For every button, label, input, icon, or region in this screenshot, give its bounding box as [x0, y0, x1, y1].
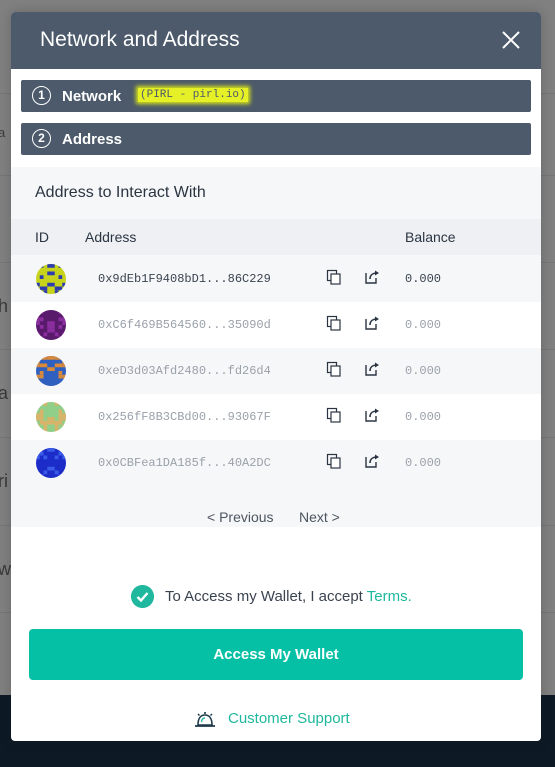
address-value: 0xeD3d03Afd2480...fd26d4	[98, 364, 271, 378]
external-link-icon[interactable]	[364, 315, 380, 331]
copy-icon[interactable]	[326, 269, 342, 285]
bell-icon	[195, 712, 215, 727]
column-header-id: ID	[35, 229, 49, 245]
copy-icon[interactable]	[326, 315, 342, 331]
terms-agreement: To Access my Wallet, I accept Terms.	[131, 585, 451, 609]
column-header-balance: Balance	[405, 229, 456, 245]
balance-value: 0.000	[405, 456, 442, 470]
copy-icon[interactable]	[326, 453, 342, 469]
checkbox-checked-icon[interactable]	[131, 585, 154, 608]
network-address-modal: Network and Address 1 Network (PIRL - pi…	[11, 12, 541, 741]
step-label: Address	[62, 131, 123, 148]
background-text: a	[0, 125, 6, 140]
next-page-button[interactable]: Next >	[299, 509, 340, 525]
copy-icon[interactable]	[326, 361, 342, 377]
background-text: a	[0, 383, 9, 403]
address-row[interactable]: 0x256fF8B3CBd00...93067F 0.000	[11, 394, 541, 440]
identicon-avatar	[36, 402, 66, 432]
terms-link[interactable]: Terms.	[367, 588, 412, 605]
step-number: 1	[32, 86, 51, 105]
identicon-avatar	[36, 356, 66, 386]
copy-icon[interactable]	[326, 407, 342, 423]
step-number: 2	[32, 129, 51, 148]
address-value: 0xC6f469B564560...35090d	[98, 318, 271, 332]
step-network[interactable]: 1 Network (PIRL - pirl.io)	[21, 80, 531, 112]
balance-value: 0.000	[405, 410, 442, 424]
previous-page-button[interactable]: < Previous	[207, 509, 274, 525]
address-value: 0x256fF8B3CBd00...93067F	[98, 410, 271, 424]
address-panel-title: Address to Interact With	[35, 184, 206, 201]
address-value: 0x0CBFea1DA185f...40A2DC	[98, 456, 271, 470]
external-link-icon[interactable]	[364, 453, 380, 469]
balance-value: 0.000	[405, 272, 442, 286]
customer-support-link[interactable]: Customer Support	[193, 707, 393, 731]
column-header-address: Address	[85, 229, 137, 245]
balance-value: 0.000	[405, 364, 442, 378]
step-label: Network	[62, 88, 122, 105]
terms-text: To Access my Wallet, I accept Terms.	[165, 588, 412, 605]
network-name-badge: (PIRL - pirl.io)	[138, 88, 248, 102]
table-header: ID Address Balance	[11, 219, 541, 255]
balance-value: 0.000	[405, 318, 442, 332]
step-address[interactable]: 2 Address	[21, 123, 531, 155]
address-row[interactable]: 0x9dEb1F9408bD1...86C229 0.000	[11, 256, 541, 302]
address-panel: Address to Interact With ID Address Bala…	[11, 167, 541, 527]
external-link-icon[interactable]	[364, 361, 380, 377]
access-wallet-button[interactable]: Access My Wallet	[29, 629, 523, 680]
background-text: ri	[0, 471, 8, 491]
terms-prefix: To Access my Wallet, I accept	[165, 588, 367, 605]
address-row[interactable]: 0xeD3d03Afd2480...fd26d4 0.000	[11, 348, 541, 394]
modal-title: Network and Address	[40, 28, 240, 51]
external-link-icon[interactable]	[364, 407, 380, 423]
background-text: w	[0, 559, 11, 579]
customer-support-label: Customer Support	[228, 710, 350, 727]
modal-header: Network and Address	[11, 12, 541, 69]
identicon-avatar	[36, 448, 66, 478]
close-icon[interactable]	[499, 28, 523, 52]
address-row[interactable]: 0xC6f469B564560...35090d 0.000	[11, 302, 541, 348]
address-row[interactable]: 0x0CBFea1DA185f...40A2DC 0.000	[11, 440, 541, 486]
identicon-avatar	[36, 264, 66, 294]
address-value: 0x9dEb1F9408bD1...86C229	[98, 272, 271, 286]
external-link-icon[interactable]	[364, 269, 380, 285]
background-text: h	[0, 296, 9, 316]
identicon-avatar	[36, 310, 66, 340]
